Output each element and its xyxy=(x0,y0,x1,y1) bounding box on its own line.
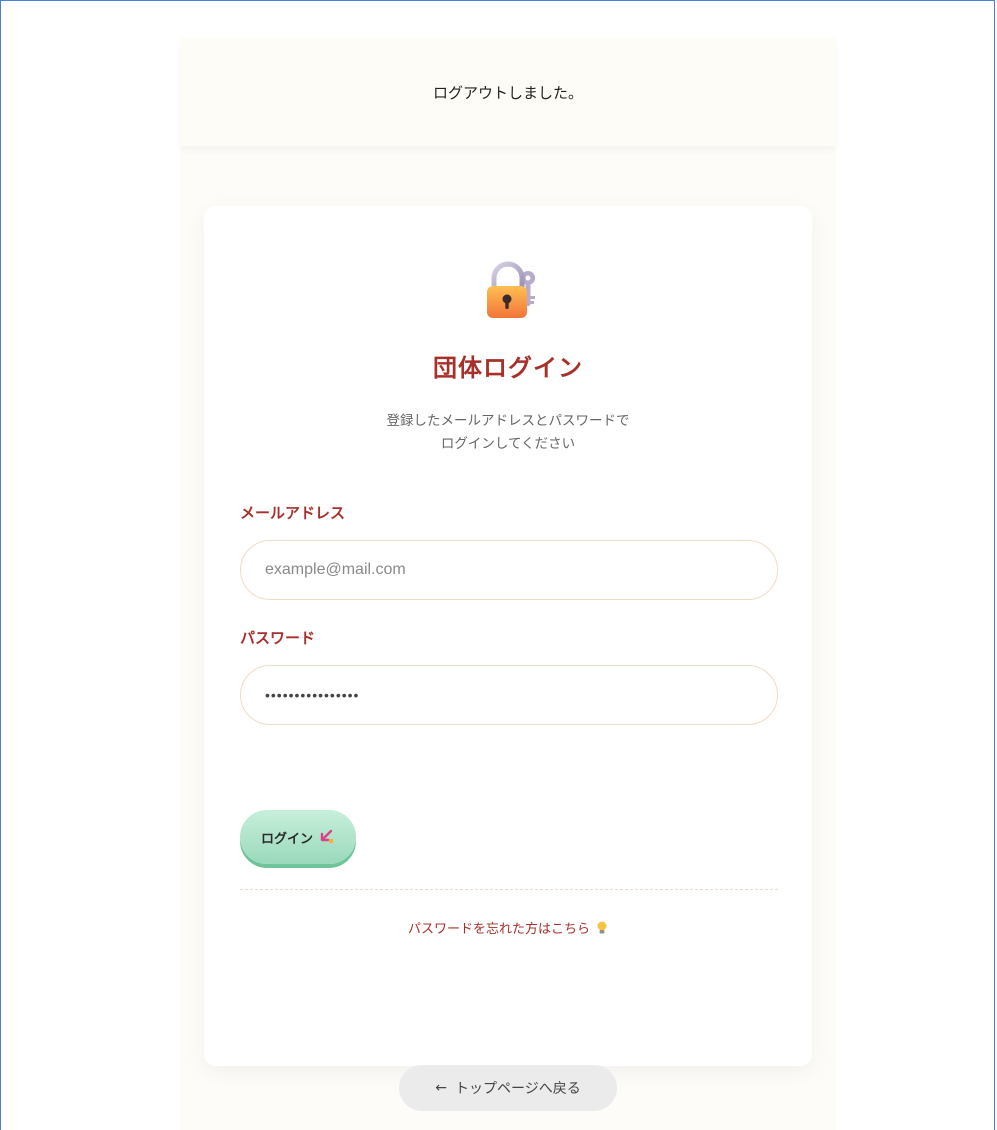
back-arrow-icon: ← xyxy=(435,1080,447,1096)
flash-message: ログアウトしました。 xyxy=(180,38,836,146)
login-button-label: ログイン xyxy=(260,831,313,847)
instructions-line-1: 登録したメールアドレスとパスワードで xyxy=(386,413,630,429)
login-card: 団体ログイン 登録したメールアドレスとパスワードで ログインしてください メール… xyxy=(204,206,812,1066)
lock-with-key-icon xyxy=(487,261,535,318)
page-title: 団体ログイン xyxy=(433,354,583,382)
back-to-top-button[interactable]: ← トップページへ戻る xyxy=(399,1065,617,1111)
forgot-password-text: パスワードを忘れた方はこちら xyxy=(407,922,590,937)
divider xyxy=(240,889,778,890)
password-field[interactable] xyxy=(240,665,778,725)
inbox-arrow-icon xyxy=(320,829,333,843)
login-button[interactable]: ログイン xyxy=(240,810,356,864)
lightbulb-icon xyxy=(597,921,607,933)
back-to-top-label: トップページへ戻る xyxy=(455,1081,581,1097)
page-column: ログアウトしました。 団体ログイン 登録したメールアドレスとパスワードで ログイ… xyxy=(180,38,836,1130)
password-label: パスワード xyxy=(240,629,316,647)
flash-message-text: ログアウトしました。 xyxy=(432,83,583,102)
forgot-password-link[interactable]: パスワードを忘れた方はこちら xyxy=(204,918,812,937)
login-instructions: 登録したメールアドレスとパスワードで ログインしてください xyxy=(204,410,812,456)
instructions-line-2: ログインしてください xyxy=(440,436,576,452)
email-label: メールアドレス xyxy=(240,504,346,522)
email-field[interactable] xyxy=(240,540,778,600)
